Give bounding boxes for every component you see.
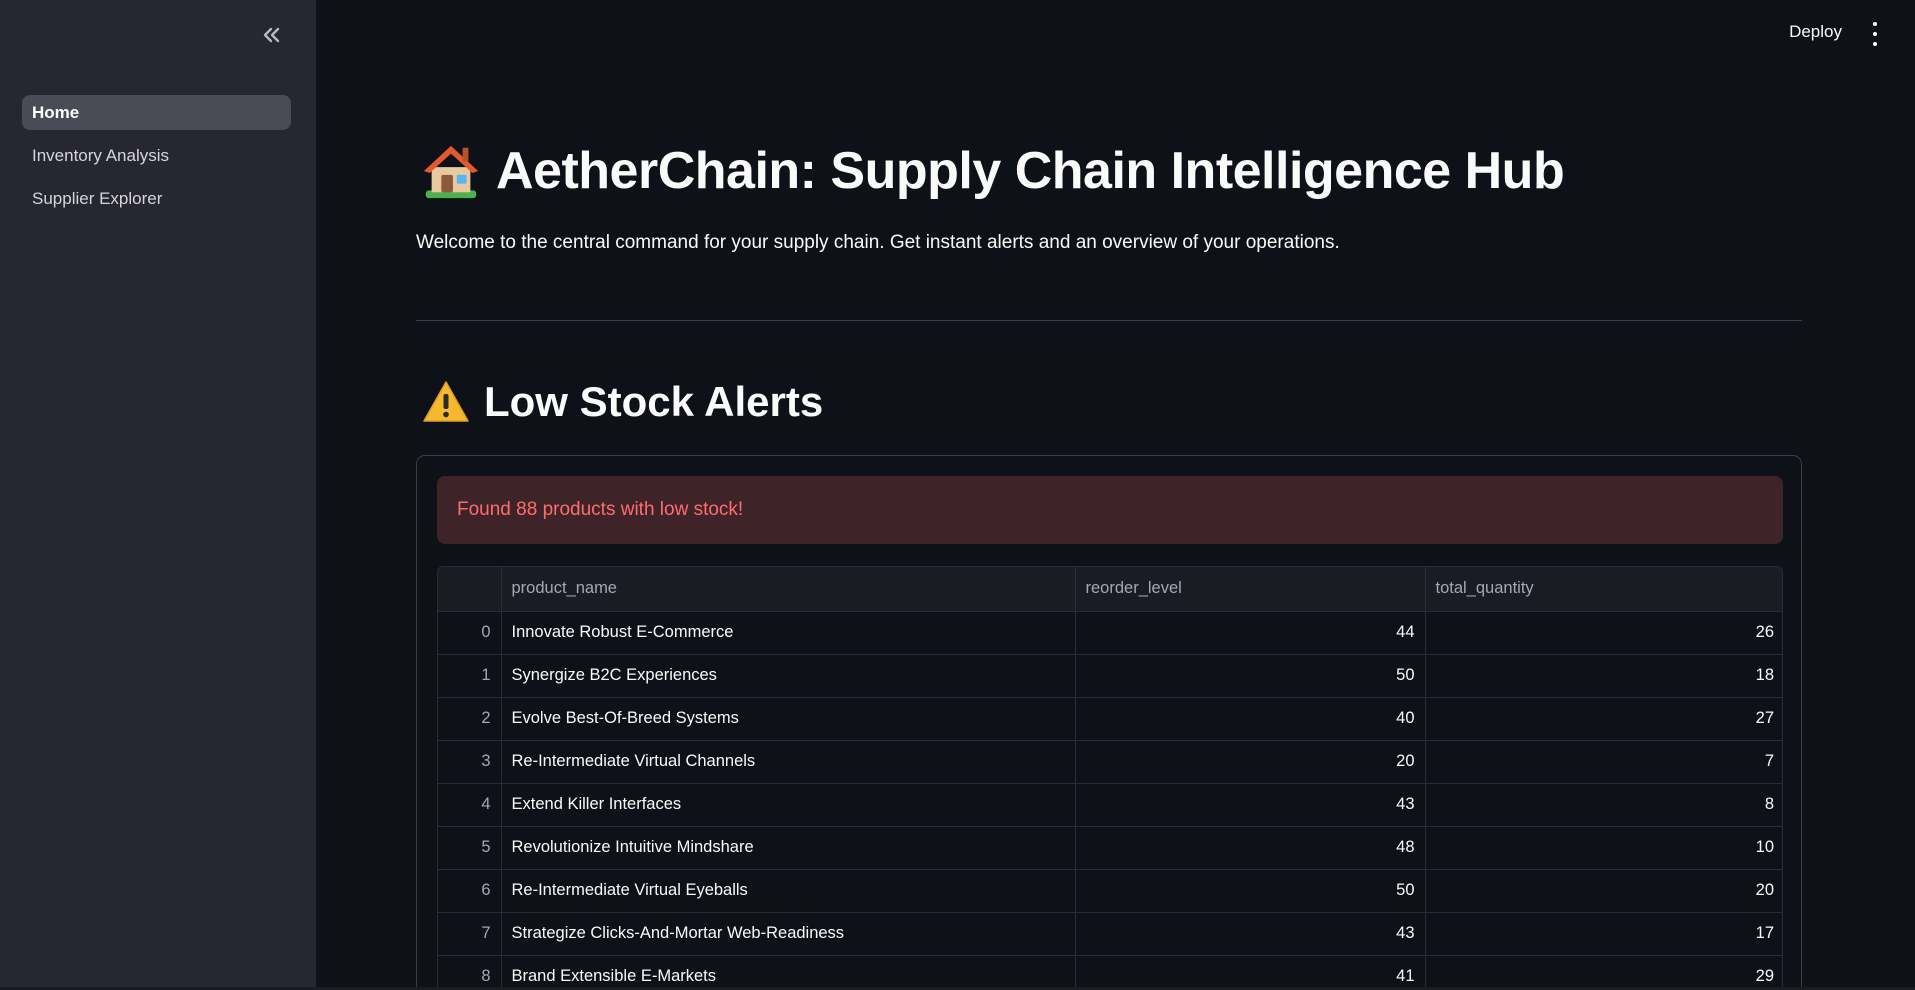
- row-index: 7: [438, 912, 502, 956]
- cell-product-name: Strategize Clicks-And-Mortar Web-Readine…: [501, 912, 1076, 956]
- cell-reorder-level: 50: [1075, 654, 1426, 698]
- sidebar-item-label: Home: [32, 102, 80, 122]
- row-index: 5: [438, 826, 502, 870]
- cell-product-name: Evolve Best-Of-Breed Systems: [501, 697, 1076, 741]
- house-icon: [423, 145, 479, 199]
- table-header-row: product_name reorder_level total_quantit…: [438, 567, 1782, 612]
- cell-total-quantity: 29: [1425, 955, 1782, 990]
- cell-reorder-level: 40: [1075, 697, 1426, 741]
- table-row[interactable]: 8 Brand Extensible E-Markets 41 29: [438, 955, 1782, 990]
- column-header-product-name[interactable]: product_name: [501, 567, 1076, 612]
- table-row[interactable]: 7 Strategize Clicks-And-Mortar Web-Readi…: [438, 912, 1782, 956]
- main-area: Deploy AetherChain: Supply Chain Intelli…: [316, 0, 1915, 990]
- row-index: 0: [438, 611, 502, 655]
- sidebar: Home Inventory Analysis Supplier Explore…: [0, 0, 316, 990]
- page-subtitle: Welcome to the central command for your …: [416, 232, 1340, 253]
- cell-total-quantity: 10: [1425, 826, 1782, 870]
- low-stock-table[interactable]: product_name reorder_level total_quantit…: [437, 566, 1783, 990]
- cell-product-name: Extend Killer Interfaces: [501, 783, 1076, 827]
- divider: [416, 320, 1802, 321]
- column-header-index[interactable]: [438, 567, 502, 612]
- cell-product-name: Synergize B2C Experiences: [501, 654, 1076, 698]
- alert-text: Found 88 products with low stock!: [457, 499, 744, 520]
- main-menu-button[interactable]: [1865, 22, 1885, 46]
- sidebar-item-label: Supplier Explorer: [32, 188, 163, 208]
- page-title: AetherChain: Supply Chain Intelligence H…: [420, 140, 1565, 202]
- cell-reorder-level: 43: [1075, 912, 1426, 956]
- table-row[interactable]: 4 Extend Killer Interfaces 43 8: [438, 783, 1782, 827]
- sidebar-item-supplier-explorer[interactable]: Supplier Explorer: [22, 181, 291, 216]
- cell-reorder-level: 50: [1075, 869, 1426, 913]
- row-index: 6: [438, 869, 502, 913]
- table-row[interactable]: 5 Revolutionize Intuitive Mindshare 48 1…: [438, 826, 1782, 870]
- sidebar-nav: Home Inventory Analysis Supplier Explore…: [22, 95, 291, 224]
- cell-product-name: Re-Intermediate Virtual Channels: [501, 740, 1076, 784]
- column-header-total-quantity[interactable]: total_quantity: [1425, 567, 1782, 612]
- cell-product-name: Innovate Robust E-Commerce: [501, 611, 1076, 655]
- cell-total-quantity: 20: [1425, 869, 1782, 913]
- row-index: 1: [438, 654, 502, 698]
- row-index: 8: [438, 955, 502, 990]
- cell-total-quantity: 18: [1425, 654, 1782, 698]
- column-header-reorder-level[interactable]: reorder_level: [1075, 567, 1426, 612]
- warning-icon: [423, 381, 469, 422]
- sidebar-item-home[interactable]: Home: [22, 95, 291, 130]
- cell-reorder-level: 20: [1075, 740, 1426, 784]
- row-index: 2: [438, 697, 502, 741]
- table-row[interactable]: 2 Evolve Best-Of-Breed Systems 40 27: [438, 697, 1782, 741]
- section-title-text: Low Stock Alerts: [484, 378, 824, 425]
- row-index: 3: [438, 740, 502, 784]
- cell-product-name: Re-Intermediate Virtual Eyeballs: [501, 869, 1076, 913]
- low-stock-panel: Found 88 products with low stock! produc…: [416, 455, 1802, 990]
- cell-product-name: Revolutionize Intuitive Mindshare: [501, 826, 1076, 870]
- cell-total-quantity: 26: [1425, 611, 1782, 655]
- kebab-dot: [1873, 32, 1877, 36]
- table-row[interactable]: 1 Synergize B2C Experiences 50 18: [438, 654, 1782, 698]
- kebab-dot: [1873, 42, 1877, 46]
- page-title-text: AetherChain: Supply Chain Intelligence H…: [496, 142, 1565, 200]
- sidebar-item-label: Inventory Analysis: [32, 145, 170, 165]
- double-chevron-left-icon: [263, 27, 280, 43]
- section-title: Low Stock Alerts: [422, 378, 823, 426]
- cell-reorder-level: 48: [1075, 826, 1426, 870]
- cell-total-quantity: 8: [1425, 783, 1782, 827]
- cell-reorder-level: 41: [1075, 955, 1426, 990]
- sidebar-item-inventory-analysis[interactable]: Inventory Analysis: [22, 138, 291, 173]
- cell-product-name: Brand Extensible E-Markets: [501, 955, 1076, 990]
- cell-total-quantity: 17: [1425, 912, 1782, 956]
- data-table: product_name reorder_level total_quantit…: [438, 567, 1782, 990]
- row-index: 4: [438, 783, 502, 827]
- app: Home Inventory Analysis Supplier Explore…: [0, 0, 1915, 990]
- deploy-button[interactable]: Deploy: [1789, 22, 1842, 42]
- table-row[interactable]: 6 Re-Intermediate Virtual Eyeballs 50 20: [438, 869, 1782, 913]
- table-row[interactable]: 3 Re-Intermediate Virtual Channels 20 7: [438, 740, 1782, 784]
- cell-total-quantity: 7: [1425, 740, 1782, 784]
- cell-reorder-level: 44: [1075, 611, 1426, 655]
- cell-reorder-level: 43: [1075, 783, 1426, 827]
- kebab-dot: [1873, 22, 1877, 26]
- low-stock-alert: Found 88 products with low stock!: [437, 476, 1783, 544]
- collapse-sidebar-button[interactable]: [256, 20, 286, 50]
- table-row[interactable]: 0 Innovate Robust E-Commerce 44 26: [438, 611, 1782, 655]
- cell-total-quantity: 27: [1425, 697, 1782, 741]
